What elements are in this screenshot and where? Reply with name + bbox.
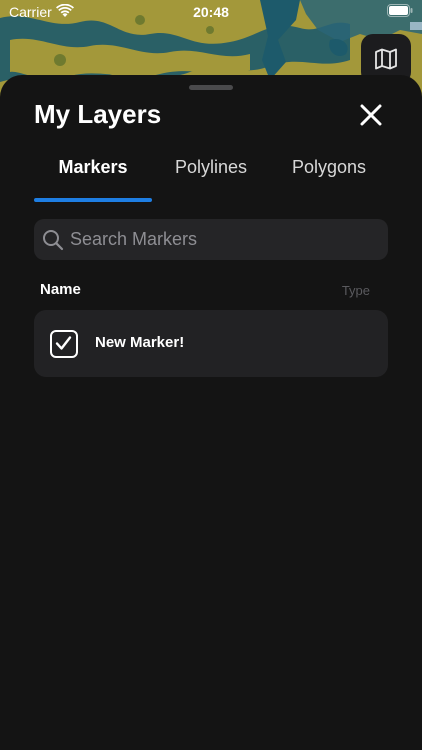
- tab-polylines[interactable]: Polylines: [152, 157, 270, 187]
- close-icon: [360, 104, 382, 126]
- screen: Carrier 20:48 My Layers Markers Polyline…: [0, 0, 422, 750]
- search-input[interactable]: [70, 219, 370, 260]
- status-bar: Carrier 20:48: [0, 0, 422, 24]
- checkbox[interactable]: [50, 330, 78, 358]
- map-icon: [375, 48, 397, 70]
- search-icon: [43, 230, 64, 251]
- tab-markers[interactable]: Markers: [34, 157, 152, 187]
- sheet-title: My Layers: [34, 99, 162, 129]
- list-item[interactable]: New Marker!: [34, 310, 388, 377]
- checkmark-icon: [55, 336, 72, 350]
- layers-sheet: My Layers Markers Polylines Polygons Nam…: [0, 75, 422, 750]
- status-clock: 20:48: [193, 4, 229, 20]
- list-item-label: New Marker!: [95, 334, 185, 351]
- column-header-name: Name: [40, 281, 81, 298]
- active-tab-indicator: [34, 198, 152, 202]
- layer-tabs: Markers Polylines Polygons: [34, 157, 388, 203]
- list-header: Name Type: [34, 281, 388, 303]
- battery-icon: [387, 4, 413, 17]
- tab-polygons[interactable]: Polygons: [270, 157, 388, 187]
- search-bar: [34, 219, 388, 260]
- column-header-type: Type: [341, 283, 370, 298]
- sheet-grabber[interactable]: [189, 85, 233, 90]
- close-button[interactable]: [353, 99, 389, 131]
